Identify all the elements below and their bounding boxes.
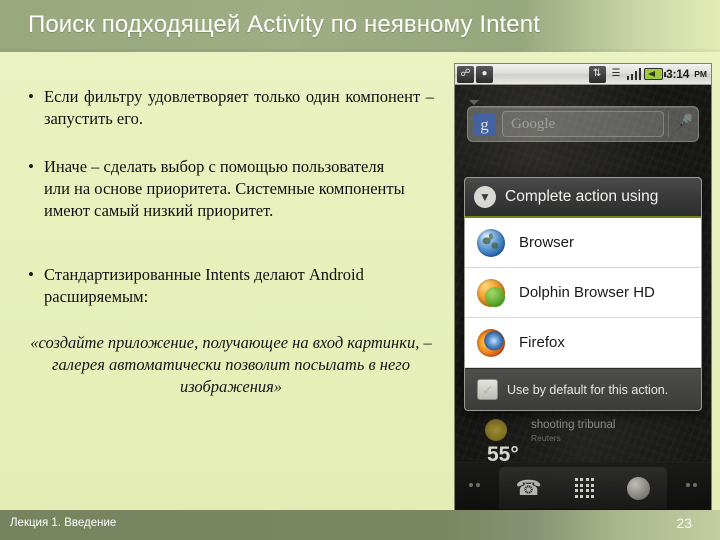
app-grid-icon[interactable] (574, 478, 595, 498)
dialog-item-dolphin[interactable]: Dolphin Browser HD (465, 268, 701, 318)
bullet-marker: • (28, 87, 34, 106)
chevron-down-circle-icon: ▼ (474, 186, 496, 208)
dialog-item-label: Dolphin Browser HD (519, 284, 655, 301)
use-by-default-label: Use by default for this action. (507, 382, 669, 397)
complete-action-dialog: ▼ Complete action using Browser Dolphin … (464, 177, 702, 411)
bullet-marker: • (28, 157, 34, 176)
dialog-item-firefox[interactable]: Firefox (465, 318, 701, 368)
android-icon: ● (476, 65, 493, 83)
slide-title-bar: Поиск подходящей Activity по неявному In… (0, 0, 720, 52)
vibrate-icon: ☰ (611, 68, 621, 79)
browser-globe-icon (477, 228, 505, 257)
status-bar-right-icons: ⇅ ☰ 3:14 PM (588, 65, 711, 83)
search-placeholder: Google (511, 115, 556, 132)
bullet-item-2: • Иначе – сделать выбор с помощью пользо… (22, 156, 434, 222)
bullet-item-3: • Стандартизированные Intents делают And… (22, 264, 434, 308)
dock-tray: ☎ (499, 467, 667, 509)
dialog-item-label: Browser (519, 234, 575, 251)
slide-footer: Лекция 1. Введение 23 (0, 510, 720, 540)
dialog-item-browser[interactable]: Browser (465, 218, 701, 268)
weather-sun-icon (485, 419, 507, 441)
signal-icon (626, 68, 642, 80)
microphone-icon[interactable]: 🎤 (668, 111, 698, 137)
status-bar: ☍ ● ⇅ ☰ 3:14 PM (455, 64, 711, 85)
news-weather-widget[interactable]: shooting tribunal Reuters 55° (465, 419, 701, 466)
android-phone-screenshot: ☍ ● ⇅ ☰ 3:14 PM g Google 🎤 shooting trib… (455, 64, 711, 512)
news-source: Reuters (531, 433, 561, 443)
page-indicator-right (686, 483, 697, 487)
sync-icon: ⇅ (588, 65, 606, 83)
bullet-item-1: • Если фильтру удовлетворяет только один… (22, 86, 434, 130)
usb-icon: ☍ (457, 65, 474, 83)
use-by-default-checkbox[interactable]: ✓ (477, 379, 498, 400)
phone-icon[interactable]: ☎ (516, 476, 542, 501)
dialog-header: ▼ Complete action using (465, 178, 701, 218)
widget-caret-icon (469, 100, 479, 105)
dialog-footer[interactable]: ✓ Use by default for this action. (465, 368, 701, 410)
battery-icon (644, 68, 667, 80)
google-logo-icon: g (473, 112, 496, 136)
page-title: Поиск подходящей Activity по неявному In… (28, 11, 540, 38)
quote-text: «создайте приложение, получающее на вход… (30, 333, 432, 396)
bullet-text: Иначе – сделать выбор с помощью пользова… (44, 157, 405, 220)
status-bar-time: 3:14 (666, 67, 690, 81)
bullet-text: Стандартизированные Intents делают Andro… (44, 265, 364, 306)
browser-globe-icon[interactable] (627, 476, 651, 500)
footer-label: Лекция 1. Введение (10, 517, 117, 529)
slide-content: • Если фильтру удовлетворяет только один… (0, 56, 452, 506)
bullet-text: Если фильтру удовлетворяет только один к… (44, 87, 434, 128)
dock: ☎ (455, 462, 711, 512)
firefox-icon (477, 328, 505, 357)
status-bar-ampm: PM (694, 69, 707, 79)
google-search-widget[interactable]: g Google 🎤 (467, 106, 699, 142)
page-number: 23 (676, 515, 692, 531)
dialog-title: Complete action using (505, 188, 659, 205)
news-headline: shooting tribunal (531, 419, 616, 431)
dolphin-icon (477, 278, 505, 307)
page-indicator-left (469, 483, 480, 487)
search-input[interactable]: Google (502, 111, 664, 137)
status-bar-left-icons: ☍ ● (455, 65, 493, 83)
dialog-item-label: Firefox (519, 334, 565, 351)
slide: Поиск подходящей Activity по неявному In… (0, 0, 720, 540)
bullet-marker: • (28, 265, 34, 284)
